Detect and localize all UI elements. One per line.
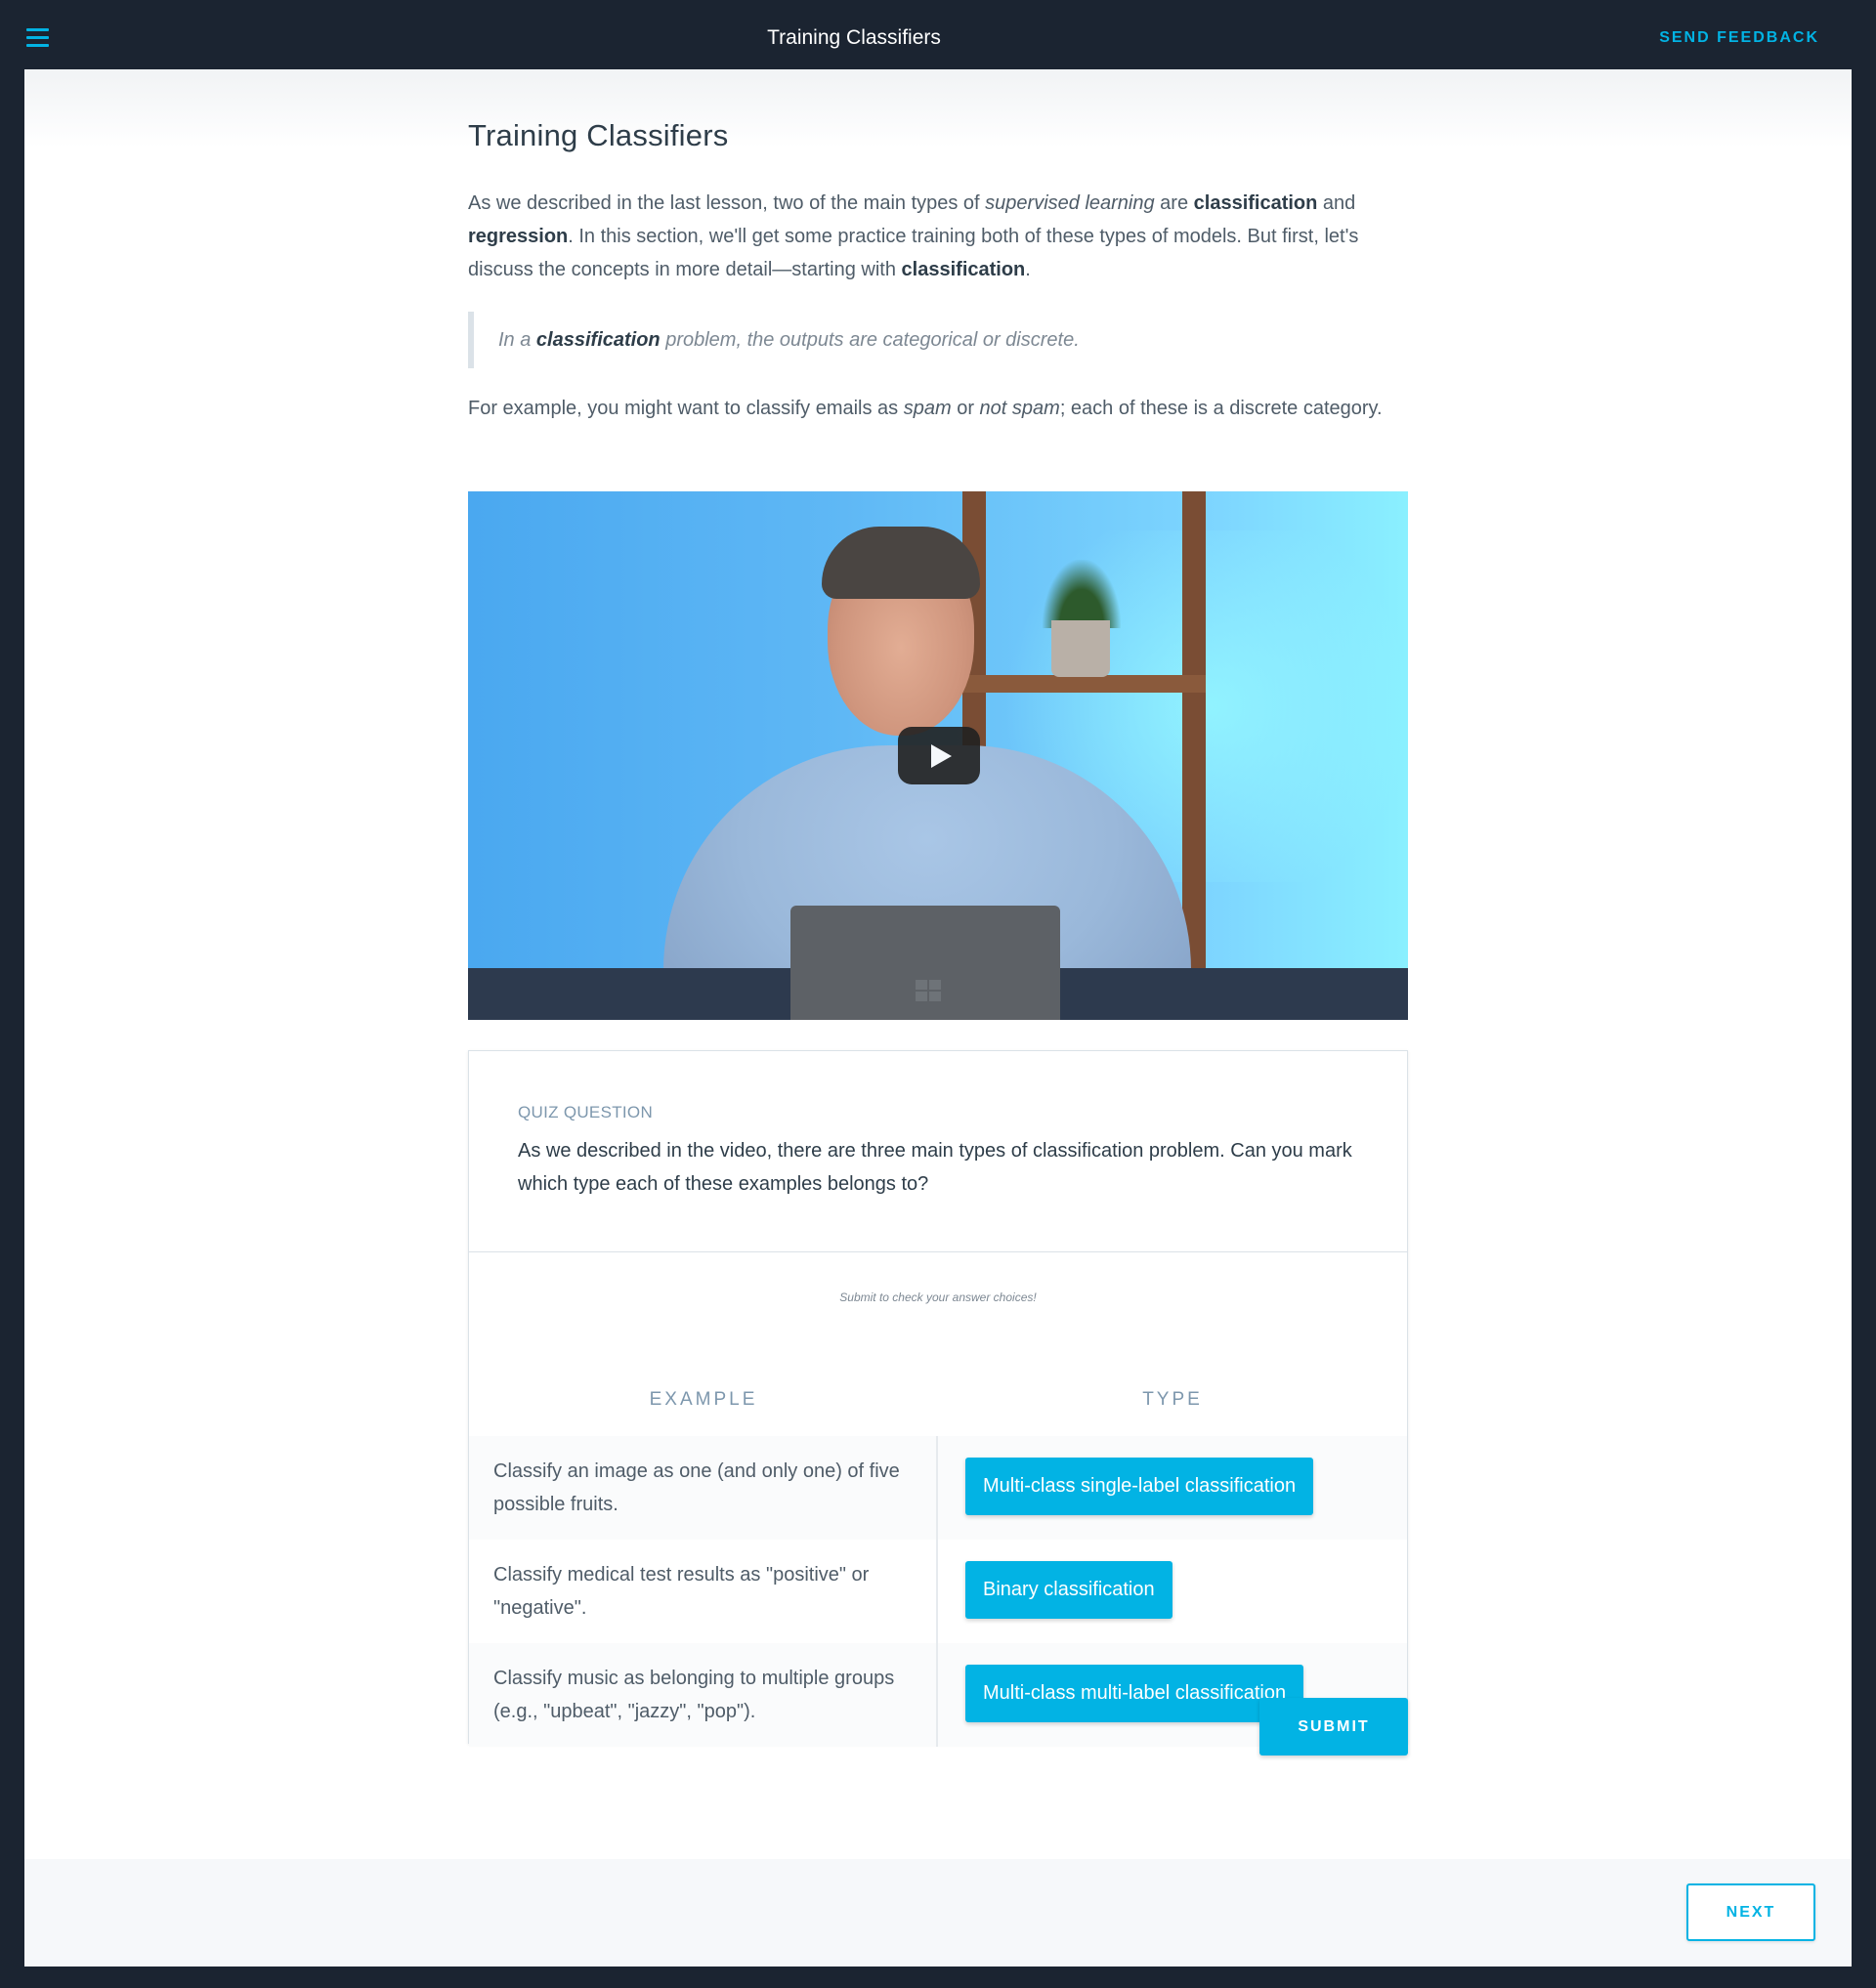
quiz-hint: Submit to check your answer choices! bbox=[839, 1290, 1037, 1304]
example-text: Classify medical test results as "positi… bbox=[493, 1564, 870, 1619]
footer-bar bbox=[24, 1859, 1852, 1967]
video-plant-pot bbox=[1051, 620, 1110, 677]
windows-logo-icon bbox=[916, 980, 941, 1001]
type-answer-chip[interactable]: Multi-class multi-label classification bbox=[965, 1665, 1304, 1722]
submit-button[interactable]: SUBMIT bbox=[1259, 1698, 1408, 1755]
play-icon[interactable] bbox=[898, 727, 980, 784]
video-plant bbox=[1043, 560, 1121, 628]
lesson-page: Training Classifiers As we described in … bbox=[24, 69, 1852, 1859]
next-button[interactable]: NEXT bbox=[1686, 1883, 1815, 1941]
type-answer-chip[interactable]: Binary classification bbox=[965, 1561, 1172, 1619]
video-presenter-hair bbox=[822, 527, 980, 599]
quiz-question: As we described in the video, there are … bbox=[518, 1140, 1352, 1195]
quiz-card: QUIZ QUESTION As we described in the vid… bbox=[468, 1050, 1408, 1747]
quiz-label: QUIZ QUESTION bbox=[518, 1103, 654, 1121]
column-header-type: TYPE bbox=[1142, 1389, 1203, 1410]
video-shelf-board bbox=[962, 675, 1206, 693]
intro-paragraph: As we described in the last lesson, two … bbox=[468, 192, 1359, 280]
type-answer-chip[interactable]: Multi-class single-label classification bbox=[965, 1458, 1314, 1515]
top-navigation-bar: Training Classifiers SEND FEEDBACK bbox=[0, 0, 1876, 69]
quiz-row: Classify medical test results as "positi… bbox=[469, 1540, 1407, 1643]
example-paragraph: For example, you might want to classify … bbox=[468, 398, 1383, 419]
video-player[interactable] bbox=[468, 491, 1408, 1020]
column-divider bbox=[936, 1540, 938, 1643]
video-laptop bbox=[790, 906, 1060, 1020]
lesson-title: Training Classifiers bbox=[468, 118, 729, 152]
quiz-header: QUIZ QUESTION As we described in the vid… bbox=[469, 1051, 1407, 1252]
send-feedback-link[interactable]: SEND FEEDBACK bbox=[1659, 26, 1819, 50]
example-text: Classify music as belonging to multiple … bbox=[493, 1668, 895, 1722]
definition-blockquote: In a classification problem, the outputs… bbox=[468, 312, 1408, 368]
column-header-example: EXAMPLE bbox=[649, 1389, 758, 1410]
header-title: Training Classifiers bbox=[767, 26, 941, 49]
column-divider bbox=[936, 1643, 938, 1747]
column-divider bbox=[936, 1436, 938, 1540]
quiz-row: Classify an image as one (and only one) … bbox=[469, 1436, 1407, 1540]
example-text: Classify an image as one (and only one) … bbox=[493, 1460, 900, 1515]
